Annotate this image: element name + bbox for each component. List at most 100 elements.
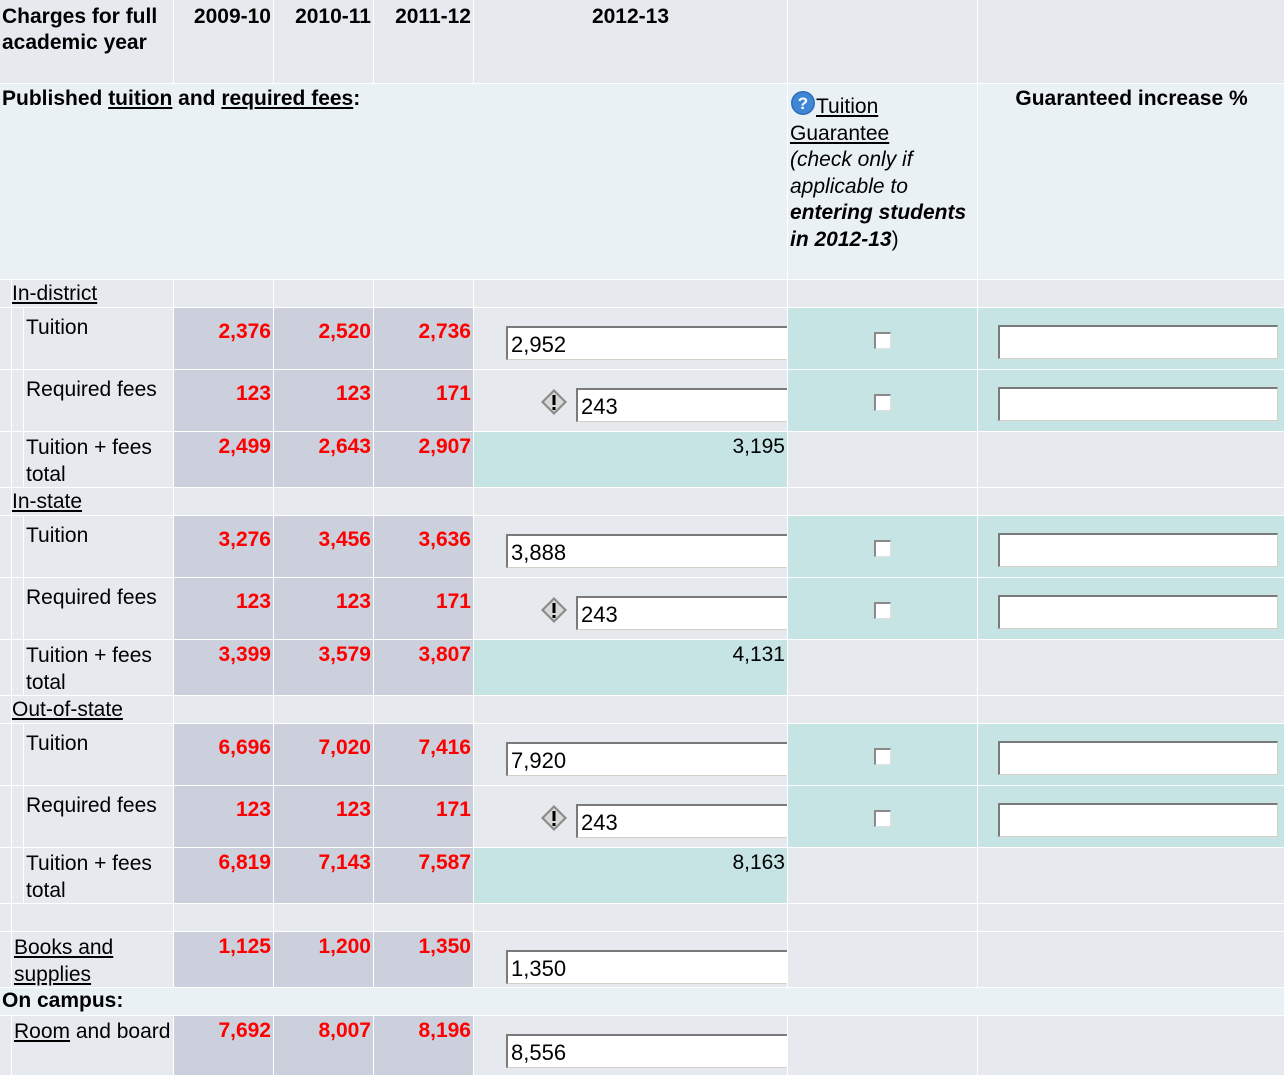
empty-cell	[978, 932, 1284, 988]
section-spacer	[474, 696, 788, 724]
indent-cell	[12, 516, 24, 578]
books-and-supplies-link[interactable]: Books and supplies	[12, 932, 174, 988]
section-spacer	[978, 696, 1284, 724]
value-cell: 3,636	[374, 516, 474, 578]
value-cell: 3,399	[174, 640, 274, 696]
value-cell: 7,587	[374, 848, 474, 904]
value-cell: 2,907	[374, 432, 474, 488]
year-header-2011-12: 2011-12	[374, 0, 474, 84]
value-cell: 3,276	[174, 516, 274, 578]
warning-diamond-icon	[541, 805, 567, 831]
spacer-cell	[374, 904, 474, 932]
year-header-2009-10: 2009-10	[174, 0, 274, 84]
indent-cell	[0, 932, 12, 988]
value-cell: 171	[374, 370, 474, 432]
input-cell: 243	[474, 786, 788, 848]
increase-input[interactable]	[998, 803, 1278, 837]
guarantee-cell	[788, 308, 978, 370]
increase-input[interactable]	[998, 533, 1278, 567]
empty-cell	[788, 848, 978, 904]
total-value: 3,195	[474, 432, 788, 488]
indent-cell	[12, 432, 24, 488]
tuition-input-in-district[interactable]: 2,952	[506, 326, 787, 360]
total-value: 8,163	[474, 848, 788, 904]
value-cell: 123	[174, 786, 274, 848]
increase-input[interactable]	[998, 595, 1278, 629]
tuition-input-out-of-state[interactable]: 7,920	[506, 742, 787, 776]
increase-cell	[978, 578, 1284, 640]
indent-cell	[0, 432, 12, 488]
charges-table: Charges for full academic year 2009-10 2…	[0, 0, 1284, 1076]
room-board-input[interactable]: 8,556	[506, 1034, 787, 1068]
on-campus-heading: On campus:	[0, 988, 1284, 1016]
section-out-of-state[interactable]: Out-of-state	[12, 696, 174, 724]
value-cell: 123	[274, 370, 374, 432]
guarantee-cell	[788, 370, 978, 432]
increase-input[interactable]	[998, 387, 1278, 421]
empty-cell	[978, 432, 1284, 488]
room-link[interactable]: Room	[14, 1020, 70, 1043]
question-circle-icon[interactable]: ?	[790, 90, 816, 116]
section-in-district[interactable]: In-district	[12, 280, 174, 308]
row-label-tuition: Tuition	[24, 308, 174, 370]
value-cell: 171	[374, 786, 474, 848]
value-cell: 8,007	[274, 1016, 374, 1076]
guarantee-checkbox[interactable]	[874, 602, 891, 619]
increase-input[interactable]	[998, 325, 1278, 359]
section-spacer	[174, 696, 274, 724]
section-in-state[interactable]: In-state	[12, 488, 174, 516]
empty-cell	[788, 1016, 978, 1076]
spacer-cell	[174, 904, 274, 932]
row-label-required-fees: Required fees	[24, 786, 174, 848]
guarantee-checkbox[interactable]	[874, 810, 891, 827]
fees-input-in-district[interactable]: 243	[576, 388, 787, 422]
indent-cell	[12, 578, 24, 640]
section-spacer	[174, 280, 274, 308]
guarantee-checkbox[interactable]	[874, 394, 891, 411]
fees-input-in-state[interactable]: 243	[576, 596, 787, 630]
increase-input[interactable]	[998, 741, 1278, 775]
fees-input-out-of-state[interactable]: 243	[576, 804, 787, 838]
value-cell: 7,416	[374, 724, 474, 786]
section-spacer	[374, 488, 474, 516]
guaranteed-increase-header: Guaranteed increase %	[978, 84, 1284, 280]
guarantee-checkbox[interactable]	[874, 332, 891, 349]
input-cell: 243	[474, 370, 788, 432]
guarantee-checkbox[interactable]	[874, 748, 891, 765]
indent-cell	[12, 786, 24, 848]
section-spacer	[274, 488, 374, 516]
header-empty-guarantee	[788, 0, 978, 84]
tuition-link[interactable]: tuition	[108, 87, 172, 110]
value-cell: 2,499	[174, 432, 274, 488]
spacer-cell	[788, 904, 978, 932]
value-cell: 7,143	[274, 848, 374, 904]
year-header-2010-11: 2010-11	[274, 0, 374, 84]
spacer-cell	[0, 904, 12, 932]
input-cell: 7,920	[474, 724, 788, 786]
input-cell: 2,952	[474, 308, 788, 370]
indent-cell	[0, 280, 12, 308]
increase-cell	[978, 516, 1284, 578]
input-cell: 1,350	[474, 932, 788, 988]
indent-cell	[0, 724, 12, 786]
row-label-required-fees: Required fees	[24, 370, 174, 432]
indent-cell	[0, 786, 12, 848]
value-cell: 1,350	[374, 932, 474, 988]
svg-text:?: ?	[798, 94, 808, 113]
year-header-2012-13: 2012-13	[474, 0, 788, 84]
guarantee-checkbox[interactable]	[874, 540, 891, 557]
section-spacer	[788, 280, 978, 308]
value-cell: 2,376	[174, 308, 274, 370]
empty-cell	[788, 432, 978, 488]
guarantee-cell	[788, 724, 978, 786]
tuition-input-in-state[interactable]: 3,888	[506, 534, 787, 568]
books-input[interactable]: 1,350	[506, 950, 787, 984]
value-cell: 1,200	[274, 932, 374, 988]
indent-cell	[0, 488, 12, 516]
row-label-tuition: Tuition	[24, 724, 174, 786]
value-cell: 171	[374, 578, 474, 640]
indent-cell	[0, 308, 12, 370]
indent-cell	[0, 848, 12, 904]
value-cell: 2,520	[274, 308, 374, 370]
required-fees-link[interactable]: required fees	[221, 87, 353, 110]
